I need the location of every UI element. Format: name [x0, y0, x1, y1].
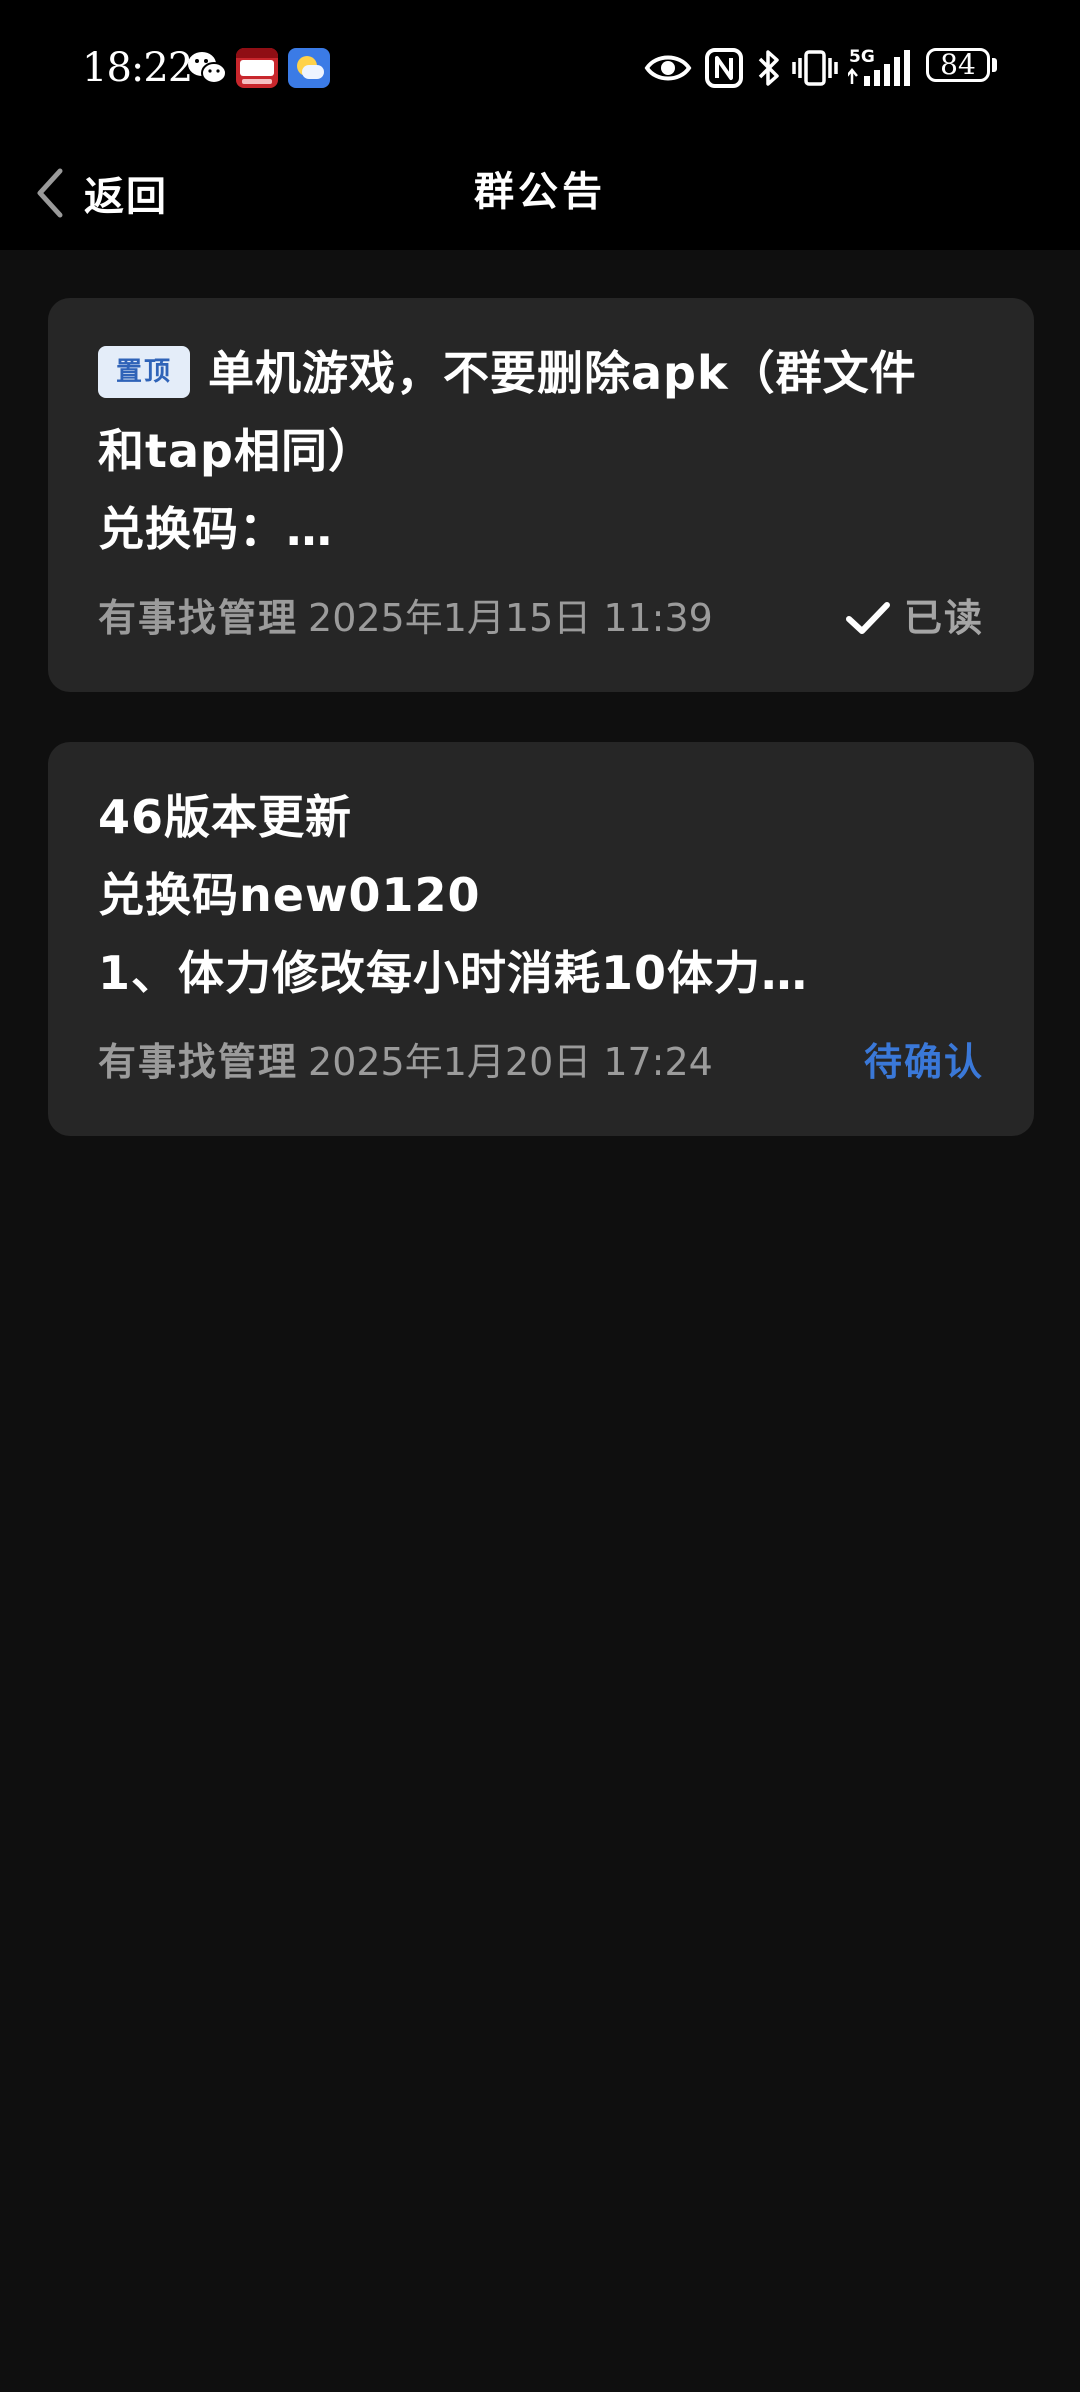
signal-5g-icon: 5G	[848, 47, 910, 86]
announcement-text: 46版本更新 兑换码new0120 1、体力修改每小时消耗10体力…	[98, 778, 994, 1012]
nav-bar: 返回 群公告	[0, 136, 1080, 250]
pinned-badge: 置顶	[98, 345, 191, 398]
announcement-meta: 有事找管理 2025年1月20日 17:24 待确认	[98, 1032, 984, 1092]
announcement-list: 置顶 单机游戏，不要删除apk（群文件 和tap相同） 兑换码：… 有事找管理 20…	[0, 250, 1080, 2392]
bluetooth-icon	[758, 50, 779, 86]
announcement-title: 单机游戏，不要删除apk（群文件	[208, 346, 917, 400]
announcement-text: 置顶 单机游戏，不要删除apk（群文件 和tap相同） 兑换码：…	[98, 334, 994, 568]
status-time: 18:22	[82, 45, 193, 91]
announcement-card[interactable]: 置顶 单机游戏，不要删除apk（群文件 和tap相同） 兑换码：… 有事找管理 20…	[48, 298, 1034, 692]
page-title: 群公告	[474, 169, 606, 215]
announcement-title: 46版本更新	[98, 790, 353, 844]
read-status: 已读	[844, 588, 984, 648]
eye-icon	[644, 55, 692, 81]
status-bar: 18:22 5G 84	[0, 0, 1080, 136]
announcement-author: 有事找管理	[98, 596, 299, 640]
vibrate-icon	[792, 50, 838, 86]
battery-level: 84	[940, 48, 976, 81]
nfc-icon	[705, 48, 743, 88]
announcement-line: 兑换码new0120	[98, 868, 481, 922]
read-status-label: 已读	[903, 596, 984, 640]
announcement-line: 置顶 单机游戏，不要删除apk（群文件	[98, 334, 994, 412]
confirm-button[interactable]: 待确认	[864, 1032, 984, 1092]
wechat-icon	[188, 52, 227, 84]
announcement-card[interactable]: 46版本更新 兑换码new0120 1、体力修改每小时消耗10体力… 有事找管理…	[48, 742, 1034, 1136]
announcement-meta: 有事找管理 2025年1月15日 11:39 已读	[98, 588, 984, 648]
announcement-date: 2025年1月15日 11:39	[308, 596, 713, 640]
svg-text:5G: 5G	[849, 47, 875, 67]
check-icon	[845, 602, 890, 634]
announcement-line: 1、体力修改每小时消耗10体力…	[98, 946, 809, 1000]
weather-icon	[288, 48, 330, 88]
battery-nub	[992, 58, 997, 72]
app-icon	[236, 48, 278, 88]
announcement-author: 有事找管理	[98, 1040, 299, 1084]
announcement-date: 2025年1月20日 17:24	[308, 1040, 713, 1084]
announcement-line: 和tap相同）	[98, 424, 375, 478]
announcement-line: 兑换码：…	[98, 502, 333, 556]
